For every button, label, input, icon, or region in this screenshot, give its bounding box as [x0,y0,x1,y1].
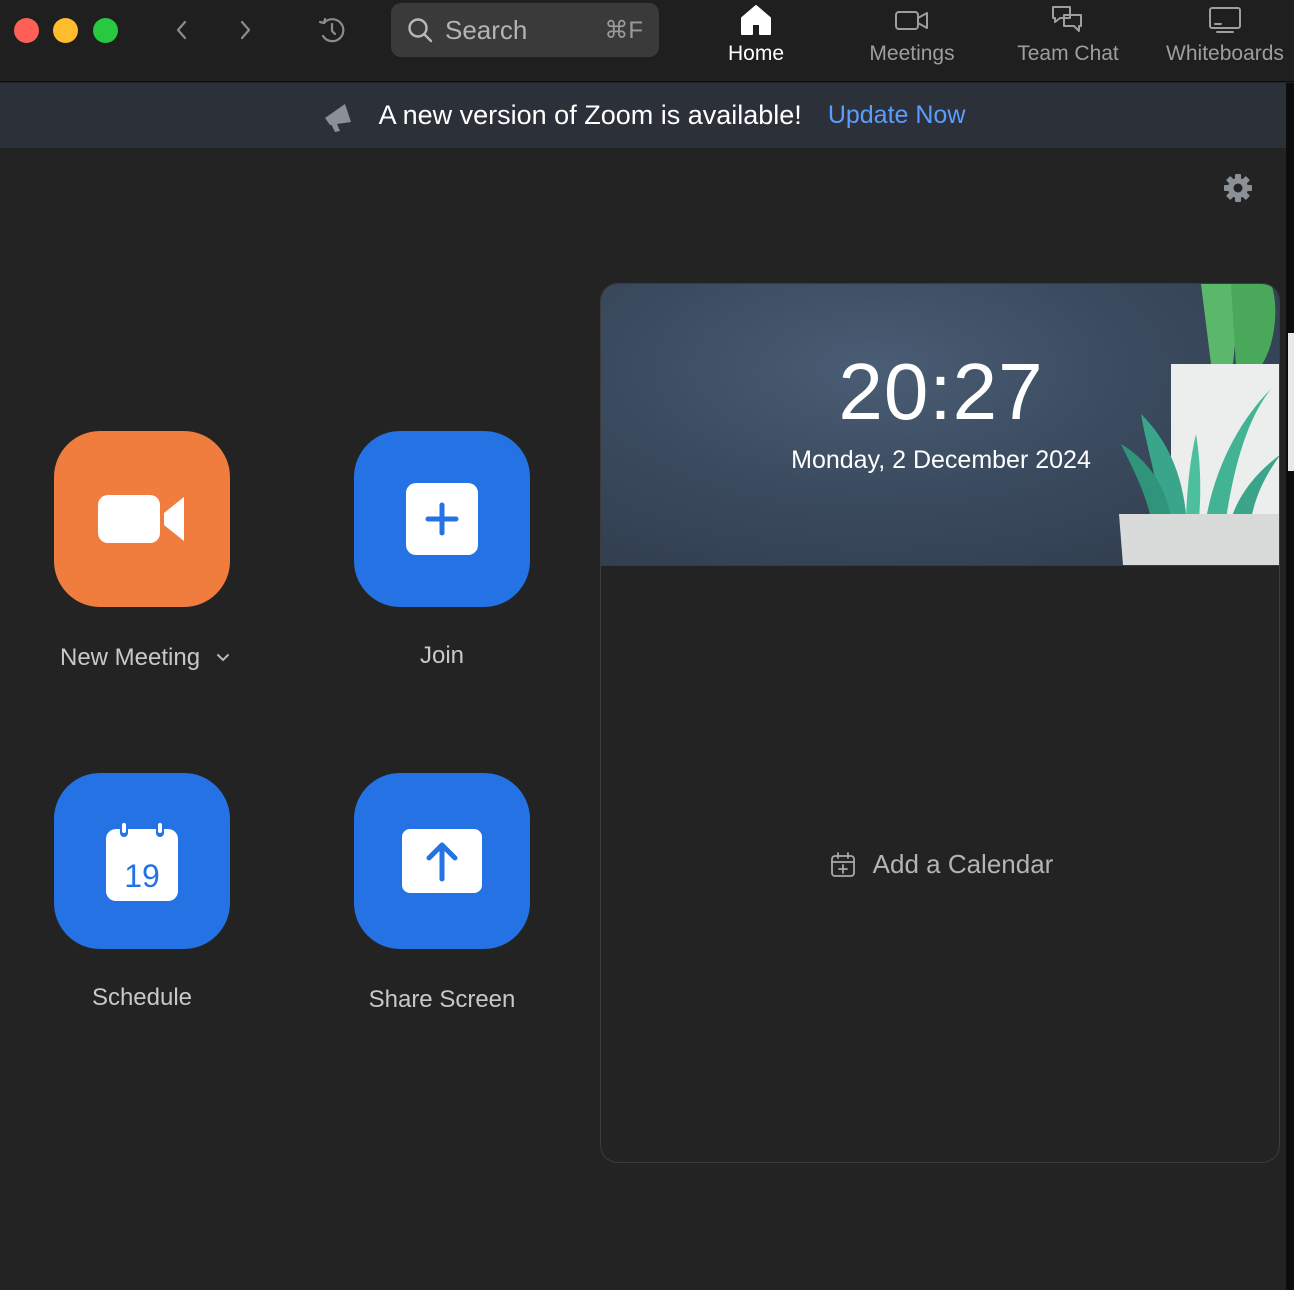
chevron-right-icon [240,20,251,40]
share-arrow-up-icon [402,829,482,893]
calendar-card: 20:27 Monday, 2 December 2024 Add a Cale… [600,283,1280,1163]
search-shortcut: ⌘F [604,16,643,44]
minimize-window-button[interactable] [53,18,78,43]
chat-bubbles-icon [1052,6,1082,32]
share-screen-label: Share Screen [368,986,516,1013]
search-bar[interactable]: Search ⌘F [391,3,659,57]
tab-meetings-label: Meetings [869,42,955,65]
back-button[interactable] [166,14,198,46]
tab-team-chat-label: Team Chat [1017,42,1119,65]
update-now-link[interactable]: Update Now [828,101,966,130]
tab-team-chat[interactable]: Team Chat [1008,0,1128,80]
clock-header: 20:27 Monday, 2 December 2024 [601,284,1279,565]
chevron-down-icon[interactable] [216,653,230,663]
megaphone-icon [324,103,351,132]
schedule-button[interactable]: 19 [54,773,230,949]
new-meeting-button[interactable] [54,431,230,607]
title-bar: Search ⌘F Home Meetings Team Chat Whiteb… [0,0,1294,82]
current-date: Monday, 2 December 2024 [791,446,1091,474]
tab-home-label: Home [727,42,785,65]
update-banner: A new version of Zoom is available! Upda… [0,83,1286,148]
calendar-add-icon [830,851,855,877]
schedule-label: Schedule [91,984,193,1011]
search-icon [408,18,433,43]
tab-whiteboards[interactable]: Whiteboards [1156,0,1294,80]
video-camera-icon [98,495,184,543]
search-placeholder: Search [445,14,528,45]
zoom-window-button[interactable] [93,18,118,43]
close-window-button[interactable] [14,18,39,43]
new-meeting-label: New Meeting [60,644,201,671]
divider [601,565,1279,566]
update-message: A new version of Zoom is available! [378,100,802,130]
calendar-icon: 19 [106,821,178,901]
tab-meetings[interactable]: Meetings [856,0,968,80]
join-button[interactable] [354,431,530,607]
new-meeting-label-row[interactable]: New Meeting [60,644,260,672]
add-calendar-label: Add a Calendar [872,849,1054,879]
share-screen-button[interactable] [354,773,530,949]
video-camera-icon [895,11,928,30]
add-calendar-button[interactable]: Add a Calendar [601,849,1279,880]
window-edge [1286,83,1294,1290]
home-icon [741,5,771,35]
tab-home[interactable]: Home [710,0,802,80]
join-label: Join [419,642,465,669]
forward-button[interactable] [229,14,261,46]
settings-gear-icon[interactable] [1222,172,1254,204]
tab-whiteboards-label: Whiteboards [1166,42,1284,65]
calendar-day: 19 [124,858,160,894]
history-icon [318,17,345,43]
current-time: 20:27 [838,347,1044,436]
history-button[interactable] [314,12,350,48]
chevron-left-icon [176,20,187,40]
whiteboard-icon [1209,7,1241,33]
plus-icon [406,483,478,555]
